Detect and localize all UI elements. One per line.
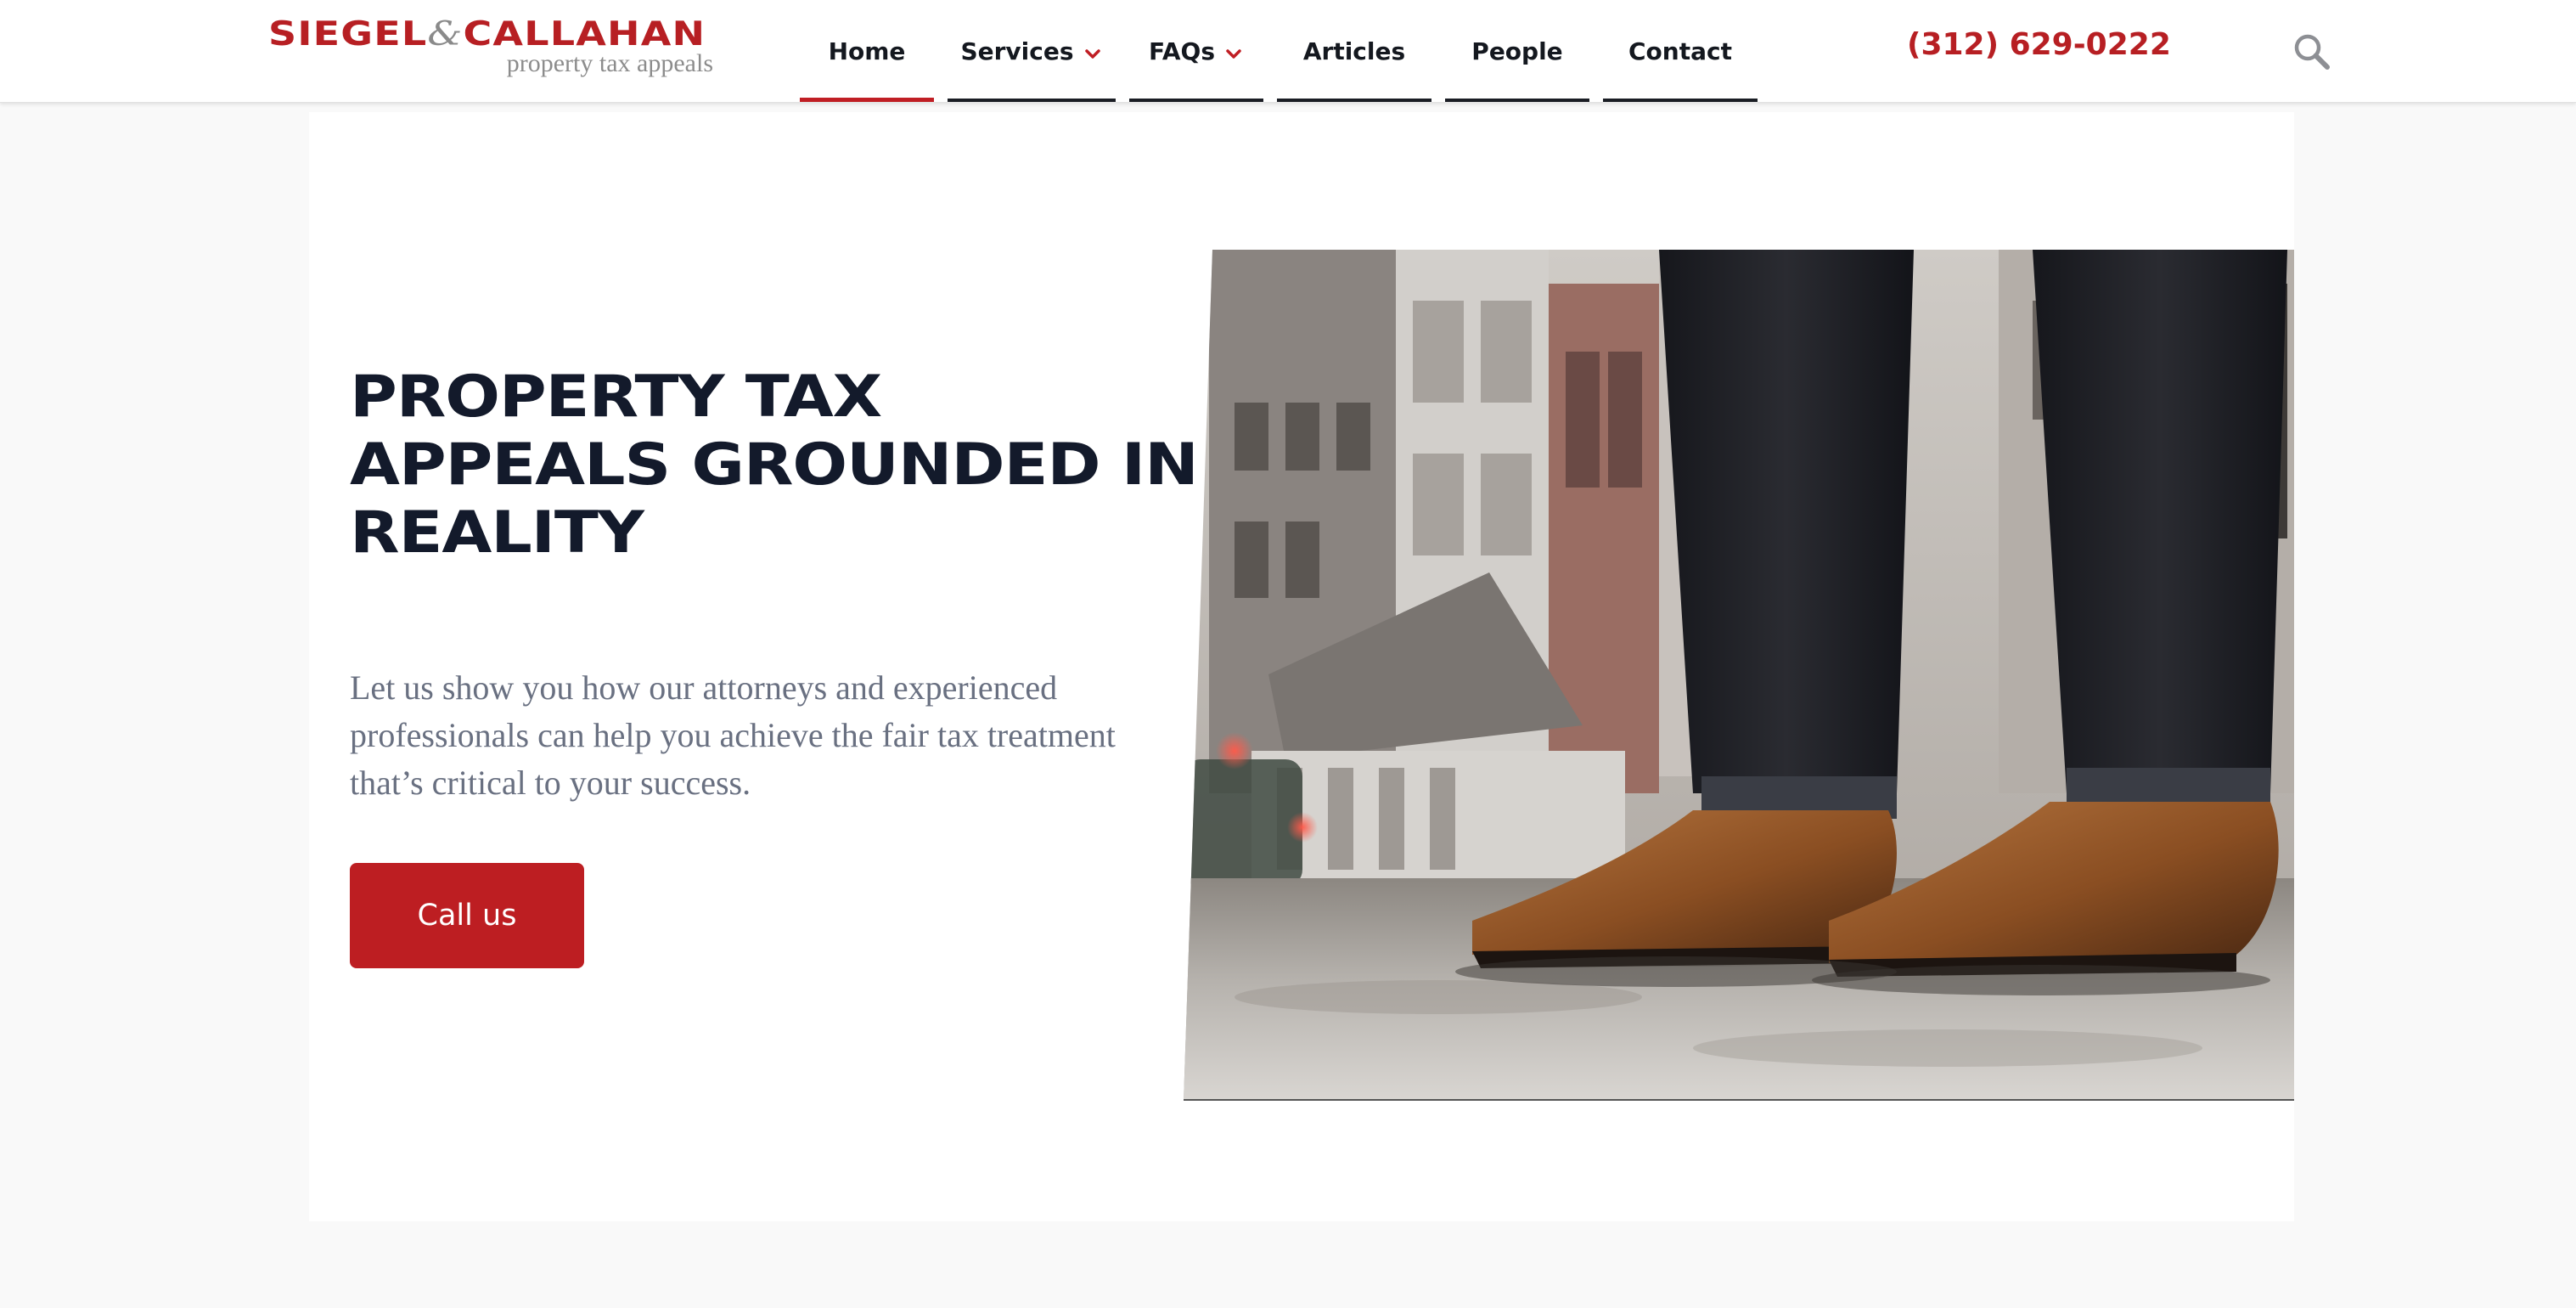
nav-item-articles[interactable]: Articles [1277, 0, 1431, 102]
logo-wordmark: SIEGEL&CALLAHAN [268, 15, 706, 54]
nav-item-label: FAQs [1148, 37, 1216, 65]
nav-item-label: Services [960, 37, 1074, 65]
nav-item-services[interactable]: Services [948, 0, 1116, 102]
call-us-button[interactable]: Call us [350, 863, 584, 968]
chevron-down-icon[interactable] [1083, 48, 1103, 61]
search-button[interactable] [2292, 32, 2331, 71]
nav-item-faqs[interactable]: FAQs [1129, 0, 1263, 102]
nav-item-contact[interactable]: Contact [1603, 0, 1758, 102]
main-nav: Home Services FAQs Articles People Conta… [800, 0, 1771, 102]
chevron-down-icon[interactable] [1223, 48, 1244, 61]
hero-image [1184, 250, 2294, 1101]
site-header: SIEGEL&CALLAHAN property tax appeals Hom… [0, 0, 2576, 103]
hero-description: Let us show you how our attorneys and ex… [350, 668, 1116, 802]
search-icon [2294, 34, 2330, 70]
nav-item-label: Articles [1302, 37, 1406, 65]
nav-item-people[interactable]: People [1445, 0, 1589, 102]
nav-item-home[interactable]: Home [800, 0, 934, 102]
logo-tagline: property tax appeals [506, 49, 713, 77]
logo-ampersand: & [427, 15, 464, 54]
nav-item-label: Contact [1628, 37, 1732, 65]
logo-name-right: CALLAHAN [463, 15, 706, 54]
hero-title: Property Tax Appeals Grounded in Reality [350, 364, 1199, 567]
logo-name-left: SIEGEL [268, 15, 428, 54]
phone-link[interactable]: (312) 629-0222 [1907, 27, 2171, 62]
nav-item-label: People [1471, 37, 1563, 65]
nav-item-label: Home [828, 37, 906, 65]
site-logo[interactable]: SIEGEL&CALLAHAN property tax appeals [268, 15, 713, 80]
street-shoes-photo [1184, 250, 2294, 1101]
